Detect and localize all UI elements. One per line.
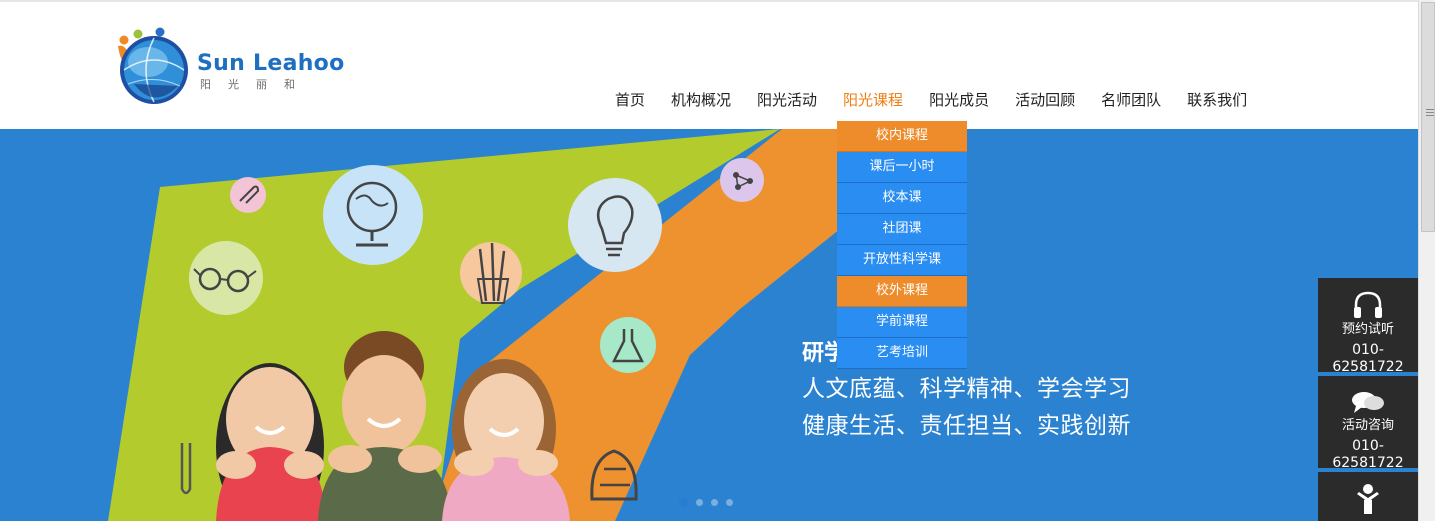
globe-circle-icon bbox=[323, 165, 423, 265]
slider-dot[interactable] bbox=[679, 498, 688, 507]
scrollbar-thumb[interactable] bbox=[1421, 2, 1435, 232]
side-consult-widget[interactable]: 活动咨询 010-62581722 bbox=[1318, 376, 1418, 471]
side-trial-label: 预约试听 bbox=[1341, 322, 1394, 337]
paperclip-circle-icon bbox=[230, 177, 266, 213]
slider-dots bbox=[679, 498, 733, 507]
site-header: Sun Leahoo 阳光丽和 首页 机构概况 阳光活动 阳光课程 阳光成员 活… bbox=[0, 2, 1418, 129]
dropdown-category-off-school[interactable]: 校外课程 bbox=[837, 276, 967, 307]
banner-line-2: 健康生活、责任担当、实践创新 bbox=[802, 413, 1131, 439]
courses-dropdown-menu: 校内课程 课后一小时 校本课 社团课 开放性科学课 校外课程 学前课程 艺考培训 bbox=[837, 121, 967, 369]
side-consult-phone: 010-62581722 bbox=[1332, 438, 1404, 471]
side-trial-phone: 010-62581722 bbox=[1332, 342, 1404, 375]
molecule-circle-icon bbox=[720, 158, 764, 202]
pencils-circle-icon bbox=[460, 242, 522, 304]
slider-dot[interactable] bbox=[696, 499, 703, 506]
nav-item-contact[interactable]: 联系我们 bbox=[1176, 88, 1258, 114]
lightbulb-circle-icon bbox=[568, 178, 662, 272]
nav-item-courses[interactable]: 阳光课程 bbox=[832, 88, 914, 114]
dropdown-item-art-exam[interactable]: 艺考培训 bbox=[837, 338, 967, 369]
logo-subtitle: 阳光丽和 bbox=[200, 78, 312, 91]
main-nav: 首页 机构概况 阳光活动 阳光课程 阳光成员 活动回顾 名师团队 联系我们 bbox=[604, 88, 1262, 114]
nav-item-members[interactable]: 阳光成员 bbox=[918, 88, 1000, 114]
banner-illustration bbox=[0, 129, 1418, 521]
chat-bubbles-icon bbox=[1352, 392, 1384, 413]
flask-circle-icon bbox=[600, 317, 656, 373]
scrollbar-grip bbox=[1426, 109, 1434, 110]
nav-item-activities[interactable]: 阳光活动 bbox=[746, 88, 828, 114]
hero-banner[interactable]: 研学 人文底蕴、科学精神、学会学习 健康生活、责任担当、实践创新 bbox=[0, 129, 1418, 521]
dropdown-item-open-science[interactable]: 开放性科学课 bbox=[837, 245, 967, 276]
banner-line-1: 人文底蕴、科学精神、学会学习 bbox=[802, 376, 1131, 402]
dropdown-item-after-school[interactable]: 课后一小时 bbox=[837, 152, 967, 183]
slider-dot[interactable] bbox=[711, 499, 718, 506]
vertical-scrollbar[interactable] bbox=[1418, 0, 1435, 521]
glasses-circle-icon bbox=[189, 241, 263, 315]
logo[interactable]: Sun Leahoo 阳光丽和 bbox=[114, 24, 354, 109]
dropdown-category-in-school[interactable]: 校内课程 bbox=[837, 121, 967, 152]
nav-item-review[interactable]: 活动回顾 bbox=[1004, 88, 1086, 114]
nav-item-teachers[interactable]: 名师团队 bbox=[1090, 88, 1172, 114]
dropdown-item-club[interactable]: 社团课 bbox=[837, 214, 967, 245]
headphones-icon bbox=[1354, 291, 1382, 318]
logo-name: Sun Leahoo bbox=[197, 51, 345, 76]
side-trial-widget[interactable]: 预约试听 010-62581722 bbox=[1318, 278, 1418, 375]
nav-item-about[interactable]: 机构概况 bbox=[660, 88, 742, 114]
nav-item-home[interactable]: 首页 bbox=[604, 88, 656, 114]
dropdown-item-school-based[interactable]: 校本课 bbox=[837, 183, 967, 214]
side-consult-label: 活动咨询 bbox=[1341, 418, 1394, 433]
person-icon bbox=[1357, 484, 1379, 514]
dropdown-item-preschool[interactable]: 学前课程 bbox=[837, 307, 967, 338]
side-third-widget[interactable] bbox=[1318, 472, 1418, 521]
slider-dot[interactable] bbox=[726, 499, 733, 506]
logo-globe-icon bbox=[118, 27, 188, 104]
